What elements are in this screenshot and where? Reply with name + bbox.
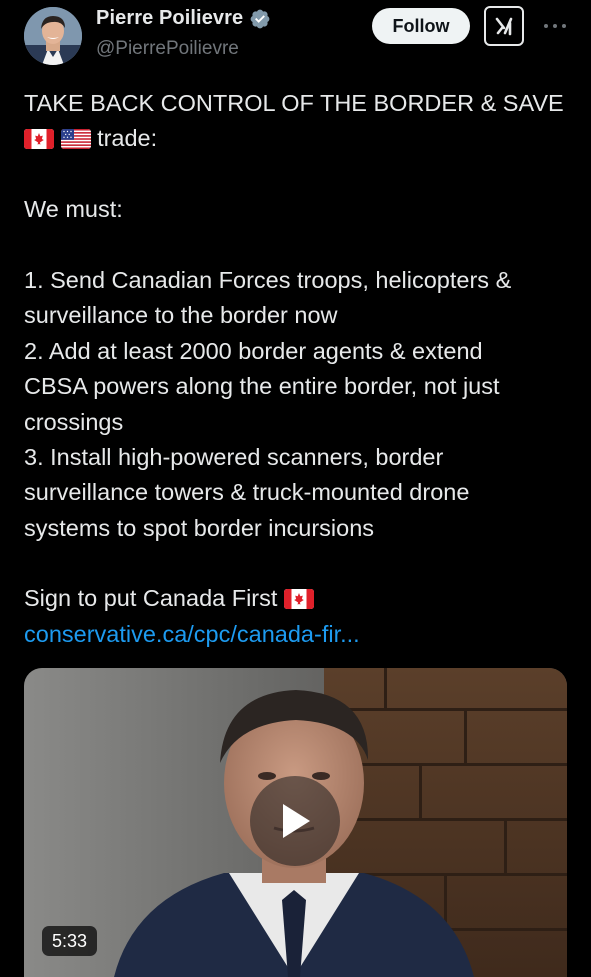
tweet-line: crossings xyxy=(24,408,124,435)
tweet-line: systems to spot border incursions xyxy=(24,514,375,541)
tweet-line: 3. Install high-powered scanners, border xyxy=(24,443,444,470)
tweet-text: TAKE BACK CONTROL OF THE BORDER & SAVE t… xyxy=(24,86,569,652)
tweet-line: surveillance to the border now xyxy=(24,302,338,329)
tweet-line: 2. Add at least 2000 border agents & ext… xyxy=(24,337,483,364)
user-handle[interactable]: @PierrePoilievre xyxy=(96,38,239,60)
tweet-line: Sign to put Canada First xyxy=(24,581,569,616)
tweet-line: surveillance towers & truck-mounted dron… xyxy=(24,479,470,506)
play-button[interactable] xyxy=(250,776,340,866)
grok-button[interactable] xyxy=(484,6,524,46)
tweet-link[interactable]: conservative.ca/cpc/canada-fir... xyxy=(24,621,360,647)
avatar[interactable] xyxy=(24,7,82,65)
video-duration: 5:33 xyxy=(42,926,98,956)
tweet-line-text: trade: xyxy=(97,125,158,152)
follow-button[interactable]: Follow xyxy=(372,8,470,44)
cta-text: Sign to put Canada First xyxy=(24,585,278,612)
canada-flag-icon xyxy=(24,129,54,150)
more-options-button[interactable] xyxy=(541,14,569,38)
tweet-line: TAKE BACK CONTROL OF THE BORDER & SAVE xyxy=(24,90,564,116)
tweet-line: trade: xyxy=(24,121,569,156)
tweet-line: conservative.ca/cpc/canada-fir... xyxy=(24,617,569,652)
tweet-header: Pierre Poilievre @PierrePoilievre Follow xyxy=(0,0,591,80)
more-dots-icon xyxy=(544,24,566,28)
tweet-line: 1. Send Canadian Forces troops, helicopt… xyxy=(24,266,512,293)
name-row: Pierre Poilievre xyxy=(96,7,271,30)
tweet-line: CBSA powers along the entire border, not… xyxy=(24,373,500,400)
us-flag-icon xyxy=(60,129,91,150)
display-name[interactable]: Pierre Poilievre xyxy=(96,7,243,30)
tweet-line: We must: xyxy=(24,196,123,223)
grok-icon xyxy=(495,17,513,36)
play-icon xyxy=(283,804,310,838)
video-player[interactable]: 5:33 xyxy=(24,668,567,977)
canada-flag-icon xyxy=(283,589,314,610)
verified-badge-icon xyxy=(250,9,270,28)
